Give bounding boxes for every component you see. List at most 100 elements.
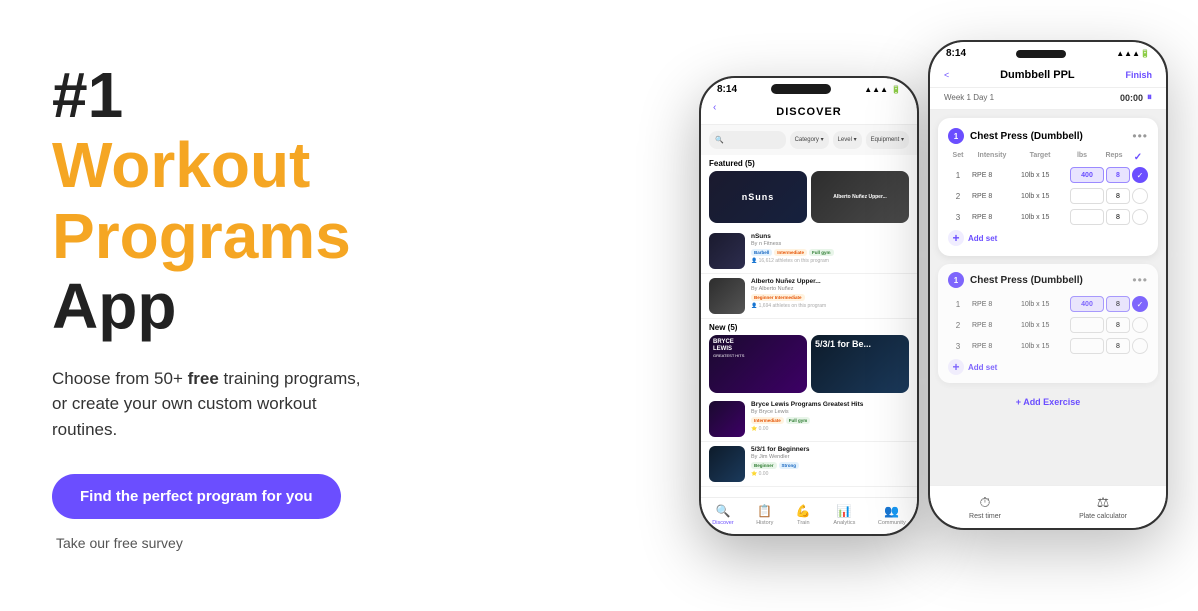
set-reps-2-3[interactable]	[1106, 338, 1130, 354]
check-all-icon: ✓	[1134, 152, 1142, 163]
nav-history-icon: 📋	[757, 504, 772, 518]
workout-finish-btn[interactable]: Finish	[1125, 70, 1152, 80]
hero-subtext: Choose from 50+ free training programs, …	[52, 366, 368, 443]
set-lbs-2-2[interactable]	[1070, 317, 1104, 333]
filter-equipment[interactable]: Equipment ▾	[866, 131, 909, 149]
prog-card-alberto[interactable]: Alberto Nuñez Upper... By Alberto Nuñez …	[701, 274, 917, 319]
set-intensity-1: RPE 8	[970, 172, 1019, 179]
add-set-plus-icon: +	[948, 230, 964, 246]
new-card-531[interactable]: 5/3/1 for Be...	[811, 335, 909, 393]
col-header-reps: Reps	[1100, 152, 1128, 163]
exercise-more-btn[interactable]: •••	[1132, 129, 1148, 143]
set-reps-3[interactable]	[1106, 209, 1130, 225]
set-reps-2-2[interactable]	[1106, 317, 1130, 333]
filter-category[interactable]: Category ▾	[790, 131, 829, 149]
set-lbs-1[interactable]	[1070, 167, 1104, 183]
featured-label: Featured (5)	[701, 155, 917, 171]
set-check-2-1[interactable]: ✓	[1132, 296, 1148, 312]
prog-author-nsuns: By n Fitness	[751, 241, 909, 247]
tag-beginner-int: Beginner Intermediate	[751, 294, 805, 301]
new-row: BRYCELEWISGREATEST HITS 5/3/1 for Be...	[701, 335, 917, 397]
timer-pause-icon[interactable]: ⏸	[1147, 92, 1152, 103]
rest-timer-btn[interactable]: ⏱ Rest timer	[969, 494, 1001, 520]
nav-community-icon: 👥	[884, 504, 899, 518]
hero-section: #1 Workout Programs App Choose from 50+ …	[0, 0, 1198, 611]
headline-programs: Programs	[52, 200, 351, 272]
set-check-2[interactable]	[1132, 188, 1148, 204]
featured-card-alberto[interactable]: Alberto Nuñez Upper...	[811, 171, 909, 223]
add-exercise-btn[interactable]: + Add Exercise	[930, 391, 1166, 413]
nav-discover-label: Discover	[712, 520, 733, 526]
prog-stats-nsuns: 👤 16,612 athletes on this program	[751, 258, 909, 264]
set-check-1[interactable]: ✓	[1132, 167, 1148, 183]
phones-area: 8:14 ▲▲▲ 🔋 ‹ DISCOVER 🔍	[420, 0, 1198, 611]
set-target-3: 10lb x 15	[1021, 214, 1068, 221]
set-lbs-2-3[interactable]	[1070, 338, 1104, 354]
discover-back-icon[interactable]: ‹	[713, 102, 716, 113]
set-reps-1[interactable]	[1106, 167, 1130, 183]
prog-thumb-nsuns	[709, 233, 745, 269]
set-intensity-3: RPE 8	[970, 214, 1019, 221]
nav-community[interactable]: 👥 Community	[878, 504, 906, 526]
prog-thumb-alberto	[709, 278, 745, 314]
status-time-main: 8:14	[717, 84, 737, 95]
prog-thumb-bryce	[709, 401, 745, 437]
survey-link[interactable]: Take our free survey	[56, 535, 368, 551]
workout-back-btn[interactable]: <	[944, 70, 949, 80]
left-content: #1 Workout Programs App Choose from 50+ …	[0, 60, 420, 551]
add-set-btn[interactable]: + Add set	[948, 230, 1148, 246]
prog-card-bryce[interactable]: Bryce Lewis Programs Greatest Hits By Br…	[701, 397, 917, 442]
prog-name-nsuns: nSuns	[751, 233, 909, 240]
prog-stats-531: ⭐ 0.00	[751, 471, 909, 477]
filter-level[interactable]: Level ▾	[833, 131, 862, 149]
status-time-secondary: 8:14	[946, 48, 966, 59]
search-box[interactable]: 🔍	[709, 131, 786, 149]
prog-thumb-531	[709, 446, 745, 482]
headline-app: App	[52, 270, 176, 342]
status-bar-secondary: 8:14 ▲▲▲🔋	[930, 42, 1166, 61]
featured-card-nsuns[interactable]: nSuns	[709, 171, 807, 223]
workout-timer: 00:00 ⏸	[1120, 92, 1152, 103]
nav-history[interactable]: 📋 History	[756, 504, 773, 526]
prog-info-bryce: Bryce Lewis Programs Greatest Hits By Br…	[751, 401, 909, 437]
add-set-btn-2[interactable]: + Add set	[948, 359, 1148, 375]
workout-header: < Dumbbell PPL Finish	[930, 61, 1166, 88]
plate-calc-btn[interactable]: ⚖ Plate calculator	[1079, 494, 1127, 520]
col-header-intensity: Intensity	[968, 152, 1016, 163]
set-row-1: 1 RPE 8 10lb x 15 ✓	[948, 167, 1148, 183]
tag-intermediate: Intermediate	[774, 249, 807, 256]
col-header-target: Target	[1016, 152, 1064, 163]
set-row-2: 2 RPE 8 10lb x 15	[948, 188, 1148, 204]
add-set-plus-icon-2: +	[948, 359, 964, 375]
nav-analytics[interactable]: 📊 Analytics	[833, 504, 855, 526]
cta-button[interactable]: Find the perfect program for you	[52, 474, 341, 519]
workout-footer: ⏱ Rest timer ⚖ Plate calculator	[930, 485, 1166, 528]
exercise-number-1: 1	[948, 128, 964, 144]
workout-week: Week 1 Day 1	[944, 93, 994, 102]
tag-bryce-int: Intermediate	[751, 417, 784, 424]
nav-discover[interactable]: 🔍 Discover	[712, 504, 733, 526]
prog-name-bryce: Bryce Lewis Programs Greatest Hits	[751, 401, 909, 408]
bottom-nav-main: 🔍 Discover 📋 History 💪 Train 📊 Analytics	[701, 497, 917, 534]
discover-title: DISCOVER	[776, 106, 841, 118]
exercise-more-btn-2[interactable]: •••	[1132, 273, 1148, 287]
nav-train[interactable]: 💪 Train	[796, 504, 811, 526]
set-lbs-2[interactable]	[1070, 188, 1104, 204]
prog-tags-bryce: Intermediate Full gym	[751, 417, 909, 424]
prog-card-531[interactable]: 5/3/1 for Beginners By Jim Wendler Begin…	[701, 442, 917, 487]
set-check-3[interactable]	[1132, 209, 1148, 225]
set-reps-2-1[interactable]	[1106, 296, 1130, 312]
featured-card-nsuns-bg: nSuns	[709, 171, 807, 223]
prog-card-nsuns[interactable]: nSuns By n Fitness Barbell Intermediate …	[701, 229, 917, 274]
set-lbs-2-1[interactable]	[1070, 296, 1104, 312]
phone-secondary: 8:14 ▲▲▲🔋 < Dumbbell PPL Finish Week 1 D…	[928, 40, 1168, 530]
exercise-header-2: 1 Chest Press (Dumbbell) •••	[948, 272, 1148, 288]
set-check-2-3[interactable]	[1132, 338, 1148, 354]
prog-name-531: 5/3/1 for Beginners	[751, 446, 909, 453]
prog-author-alberto: By Alberto Nuñez	[751, 286, 909, 292]
set-lbs-3[interactable]	[1070, 209, 1104, 225]
set-check-2-2[interactable]	[1132, 317, 1148, 333]
search-area: 🔍 Category ▾ Level ▾ Equipment ▾	[701, 125, 917, 155]
new-card-bryce[interactable]: BRYCELEWISGREATEST HITS	[709, 335, 807, 393]
set-reps-2[interactable]	[1106, 188, 1130, 204]
